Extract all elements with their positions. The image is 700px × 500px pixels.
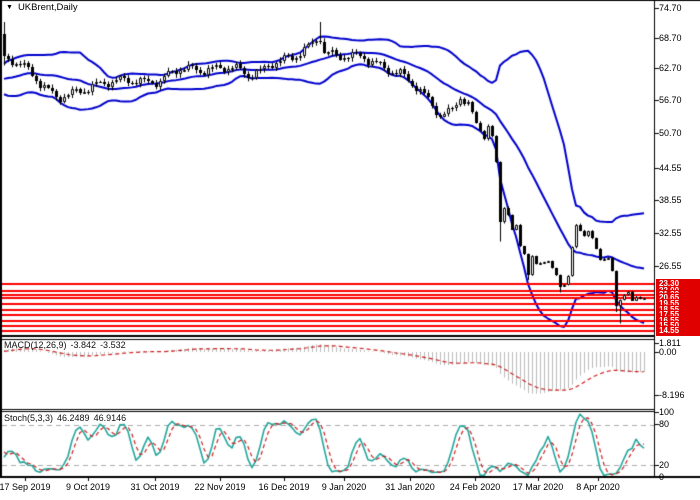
collapse-triangle-icon[interactable]: ▼ [6, 4, 13, 11]
date-tick-label: 22 Nov 2019 [188, 482, 252, 492]
stoch-indicator-label: Stoch(5,3,3) [4, 413, 53, 423]
price-level-label: 14.55 [656, 326, 700, 336]
macd-indicator-label: MACD(12,26,9) [4, 340, 67, 350]
date-tick-label: 9 Oct 2019 [56, 482, 120, 492]
price-tick-label: 68.70 [659, 33, 682, 43]
stoch-header: Stoch(5,3,3) 46.2489 46.9146 [4, 413, 130, 423]
date-tick-label: 31 Jan 2020 [378, 482, 442, 492]
stoch-tick-label: 80 [659, 419, 669, 429]
macd-value-signal: -3.532 [100, 340, 126, 350]
macd-tick-label: 0.00 [659, 347, 677, 357]
stoch-tick-label: 20 [659, 460, 669, 470]
price-tick-label: 32.55 [659, 228, 682, 238]
price-tick-label: 44.55 [659, 163, 682, 173]
stoch-tick-label: 0 [659, 472, 664, 482]
macd-header: MACD(12,26,9) -3.842-3.532 [4, 340, 130, 350]
symbol-timeframe-label: UKBrent,Daily [18, 2, 78, 13]
price-tick-label: 50.70 [659, 128, 682, 138]
macd-value-main: -3.842 [71, 340, 97, 350]
date-tick-label: 31 Oct 2019 [123, 482, 187, 492]
date-tick-label: 16 Dec 2019 [252, 482, 316, 492]
price-tick-label: 74.70 [659, 3, 682, 13]
price-tick-label: 62.70 [659, 63, 682, 73]
price-chart-canvas[interactable] [0, 0, 700, 500]
stoch-value-main: 46.2489 [57, 413, 90, 423]
chart-title-bar: ▼ UKBrent,Daily [6, 2, 78, 13]
price-tick-label: 26.55 [659, 261, 682, 271]
price-tick-label: 56.70 [659, 95, 682, 105]
price-tick-label: 38.55 [659, 195, 682, 205]
trading-chart-window: ▼ UKBrent,Daily MACD(12,26,9) -3.842-3.532… [0, 0, 700, 500]
date-tick-label: 17 Mar 2020 [506, 482, 570, 492]
date-tick-label: 17 Sep 2019 [0, 482, 57, 492]
stoch-tick-label: 100 [659, 407, 674, 417]
macd-tick-label: -8.196 [659, 390, 685, 400]
stoch-value-signal: 46.9146 [94, 413, 127, 423]
date-tick-label: 24 Feb 2020 [443, 482, 507, 492]
date-tick-label: 8 Apr 2020 [566, 482, 630, 492]
date-tick-label: 9 Jan 2020 [312, 482, 376, 492]
